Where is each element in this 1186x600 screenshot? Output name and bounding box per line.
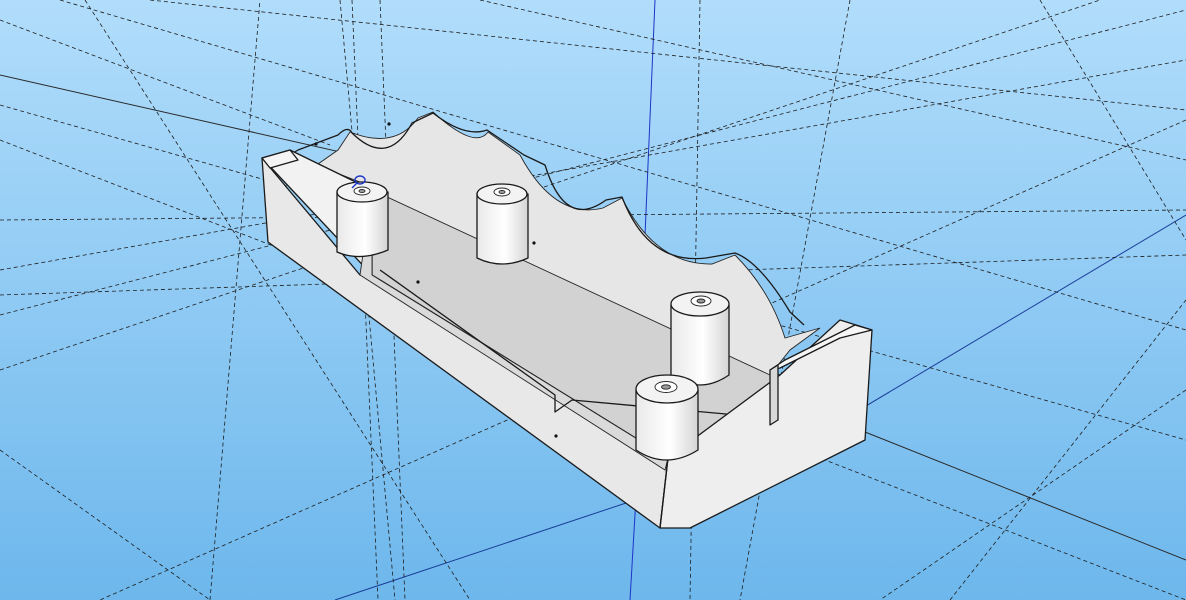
3d-viewport[interactable]: [0, 0, 1186, 600]
standoff-boss-4[interactable]: [635, 374, 699, 461]
standoff-boss-3[interactable]: [670, 291, 730, 386]
model-canvas[interactable]: [0, 0, 1186, 600]
standoff-boss-1[interactable]: [336, 181, 389, 258]
standoff-boss-2[interactable]: [476, 183, 529, 265]
end-wall-bump: [769, 364, 779, 426]
